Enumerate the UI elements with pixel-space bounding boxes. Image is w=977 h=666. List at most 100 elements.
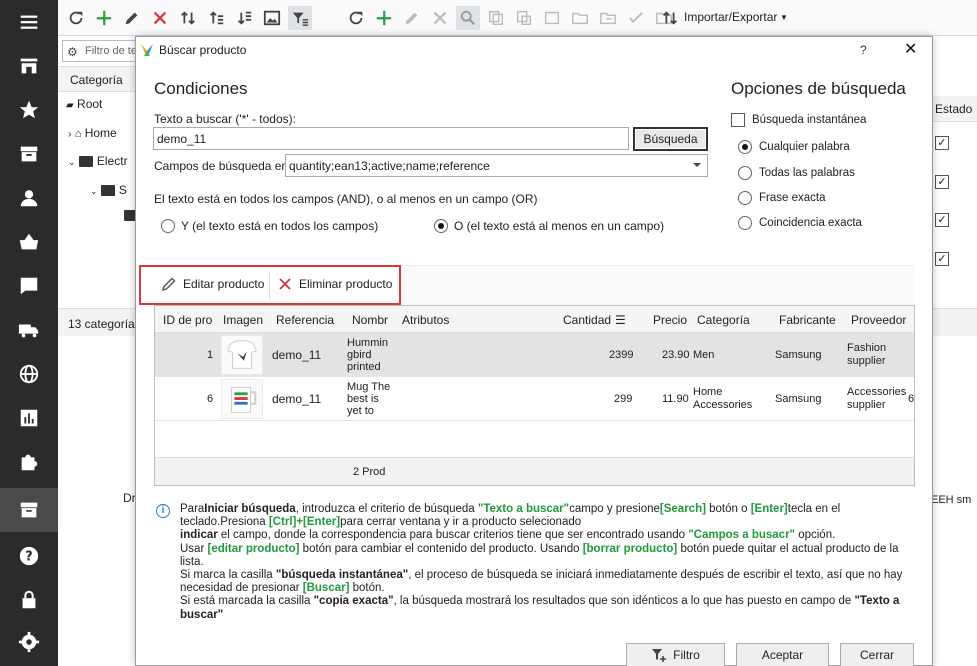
menu-icon[interactable] bbox=[0, 0, 58, 44]
import-export-menu[interactable]: Importar/Exportar bbox=[684, 10, 777, 24]
delete-product-button[interactable]: Eliminar producto bbox=[277, 276, 392, 292]
user-icon[interactable] bbox=[0, 176, 58, 220]
folder-copy-icon[interactable] bbox=[596, 6, 620, 30]
search-button[interactable]: Búsqueda bbox=[633, 127, 708, 151]
radio-or[interactable] bbox=[434, 219, 448, 233]
store-icon[interactable] bbox=[0, 44, 58, 88]
col-name[interactable]: Nombr bbox=[352, 313, 388, 327]
app-toolbar: Importar/Exportar ▼ bbox=[58, 0, 977, 36]
help-text: ParaIniciar búsqueda, introduzca el crit… bbox=[180, 503, 903, 621]
main-sidebar: ? bbox=[0, 0, 58, 666]
tree-item-electronics[interactable]: ⌄ Electr bbox=[68, 154, 128, 168]
chat-icon[interactable] bbox=[0, 264, 58, 308]
delete-icon[interactable] bbox=[148, 6, 172, 30]
tree-item-home[interactable]: › ⌂ Home bbox=[68, 126, 117, 140]
lock-icon[interactable] bbox=[0, 578, 58, 622]
col-category[interactable]: Categoría bbox=[697, 313, 750, 327]
chart-icon[interactable] bbox=[0, 396, 58, 440]
product-thumbnail bbox=[221, 379, 263, 419]
import-export-icon[interactable] bbox=[660, 6, 680, 30]
refresh-2-icon[interactable] bbox=[344, 6, 368, 30]
delete-x-icon bbox=[279, 278, 291, 290]
col-id[interactable]: ID de pro bbox=[163, 313, 212, 327]
filter-button[interactable]: Filtro bbox=[626, 643, 725, 666]
radio-exact-phrase[interactable] bbox=[738, 191, 752, 205]
window-icon[interactable] bbox=[540, 6, 564, 30]
radio-exact-match-label: Coincidencia exacta bbox=[759, 217, 862, 229]
catalog-icon[interactable] bbox=[0, 488, 58, 532]
truck-icon[interactable] bbox=[0, 308, 58, 352]
add-icon[interactable] bbox=[92, 6, 116, 30]
radio-any-word[interactable] bbox=[738, 140, 752, 154]
radio-exact-match[interactable] bbox=[738, 216, 752, 230]
options-title: Opciones de búsqueda bbox=[731, 79, 906, 98]
radio-and-label: Y (el texto está en todos los campos) bbox=[181, 219, 379, 233]
category-filter-input[interactable]: ⚙ Filtro de te bbox=[62, 40, 142, 62]
info-icon: i bbox=[156, 504, 170, 518]
basket-icon[interactable] bbox=[0, 220, 58, 264]
sort-icon[interactable]: ☰ bbox=[615, 313, 626, 327]
refresh-icon[interactable] bbox=[64, 6, 88, 30]
copy-icon[interactable] bbox=[484, 6, 508, 30]
help-icon[interactable]: ? bbox=[0, 534, 58, 578]
conditions-title: Condiciones bbox=[154, 79, 248, 98]
box-icon[interactable] bbox=[0, 132, 58, 176]
col-attributes[interactable]: Atributos bbox=[402, 313, 449, 327]
search-text-label: Texto a buscar ('*' - todos): bbox=[154, 112, 296, 126]
chevron-down-icon bbox=[693, 163, 701, 167]
tree-item-s[interactable]: ⌄ S bbox=[90, 183, 127, 197]
gear-icon: ⚙ bbox=[67, 45, 78, 59]
sort-icon[interactable] bbox=[176, 6, 200, 30]
globe-icon[interactable] bbox=[0, 352, 58, 396]
filter-icon[interactable] bbox=[288, 6, 312, 30]
edit-product-button[interactable]: Editar producto bbox=[161, 276, 264, 292]
status-checkbox[interactable]: ✓ bbox=[935, 175, 949, 189]
tree-item-root[interactable]: ▰ Root bbox=[66, 97, 102, 111]
status-checkbox[interactable]: ✓ bbox=[935, 213, 949, 227]
add-2-icon[interactable] bbox=[372, 6, 396, 30]
edit-icon[interactable] bbox=[120, 6, 144, 30]
close-button[interactable]: Cerrar bbox=[840, 643, 914, 666]
dropdown-arrow-icon[interactable]: ▼ bbox=[780, 13, 788, 22]
table-row[interactable]: 6 demo_11 Mug The best is yet to 299 11.… bbox=[155, 377, 914, 421]
radio-all-words-label: Todas las palabras bbox=[759, 167, 855, 179]
radio-and[interactable] bbox=[161, 219, 175, 233]
radio-all-words[interactable] bbox=[738, 166, 752, 180]
col-quantity[interactable]: Cantidad bbox=[563, 313, 611, 327]
status-checkbox[interactable]: ✓ bbox=[935, 252, 949, 266]
duplicate-icon[interactable] bbox=[512, 6, 536, 30]
settings-icon[interactable] bbox=[0, 620, 58, 664]
search-text-input[interactable]: demo_11 bbox=[153, 127, 629, 150]
fields-select[interactable]: quantity;ean13;active;name;reference bbox=[285, 154, 708, 177]
check-list-icon[interactable] bbox=[624, 6, 648, 30]
accept-button[interactable]: Aceptar bbox=[736, 643, 829, 666]
star-icon[interactable] bbox=[0, 88, 58, 132]
edit-2-icon[interactable] bbox=[400, 6, 424, 30]
move-up-icon[interactable] bbox=[204, 6, 228, 30]
instant-search-checkbox[interactable] bbox=[731, 113, 745, 127]
table-row[interactable]: 1 demo_11 Hummin gbird printed 2399 23.9… bbox=[155, 333, 914, 377]
product-count: 2 Prod bbox=[353, 466, 386, 478]
search-icon[interactable] bbox=[456, 6, 480, 30]
results-grid: ID de pro Imagen Referencia Nombr Atribu… bbox=[154, 305, 915, 486]
col-image[interactable]: Imagen bbox=[223, 313, 263, 327]
col-manufacturer[interactable]: Fabricante bbox=[779, 313, 836, 327]
grid-header: ID de pro Imagen Referencia Nombr Atribu… bbox=[155, 306, 914, 333]
product-grid-edge: Estado ✓ ✓ ✓ ✓ EEH sm bbox=[931, 36, 977, 666]
image-icon[interactable] bbox=[260, 6, 284, 30]
close-icon[interactable]: ✕ bbox=[904, 39, 917, 59]
help-button[interactable]: ? bbox=[860, 43, 867, 57]
col-reference[interactable]: Referencia bbox=[276, 313, 334, 327]
col-supplier[interactable]: Proveedor bbox=[851, 313, 906, 327]
product-thumbnail bbox=[221, 335, 263, 375]
folder-move-icon[interactable] bbox=[568, 6, 592, 30]
search-product-dialog: Búscar producto ? ✕ Condiciones Texto a … bbox=[135, 36, 933, 666]
status-checkbox[interactable]: ✓ bbox=[935, 136, 949, 150]
instant-search-label: Búsqueda instantánea bbox=[752, 114, 867, 126]
move-down-icon[interactable] bbox=[232, 6, 256, 30]
estado-header: Estado bbox=[933, 96, 977, 122]
category-panel: ⚙ Filtro de te Categoría ▰ Root › ⌂ Home… bbox=[58, 36, 142, 666]
puzzle-icon[interactable] bbox=[0, 440, 58, 484]
col-price[interactable]: Precio bbox=[653, 313, 687, 327]
delete-2-icon[interactable] bbox=[428, 6, 452, 30]
